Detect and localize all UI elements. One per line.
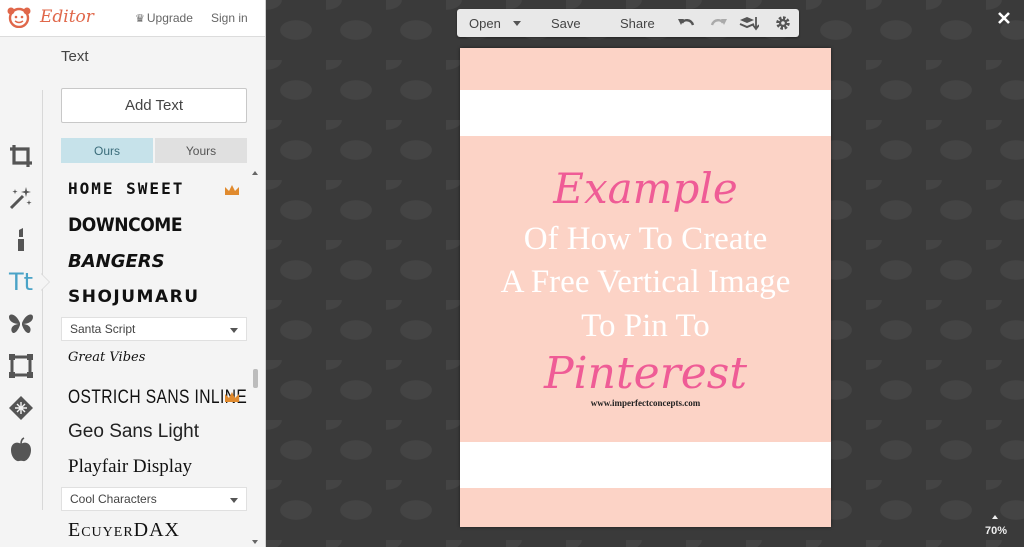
- zoom-up-arrow[interactable]: [992, 515, 998, 519]
- butterfly-icon: [9, 314, 33, 334]
- top-toolbar: Open Save Share: [457, 9, 799, 37]
- panel-divider: [42, 90, 43, 510]
- tool-crop[interactable]: [6, 140, 36, 172]
- crown-icon: ♛: [135, 13, 145, 25]
- tool-overlays[interactable]: [6, 308, 36, 340]
- tool-effects[interactable]: [6, 182, 36, 214]
- poster-pinterest-script[interactable]: Pinterest: [460, 348, 831, 399]
- design-canvas[interactable]: Example Of How To Create A Free Vertical…: [460, 48, 831, 527]
- upgrade-label: Upgrade: [146, 11, 193, 25]
- share-button[interactable]: Share: [620, 16, 655, 31]
- font-item-ecuyerdax[interactable]: EcuyerDAX: [68, 519, 180, 542]
- tool-seasonal[interactable]: [6, 434, 36, 466]
- font-item-ostrich-sans-inline[interactable]: OSTRICH SANS INLINE: [68, 387, 247, 409]
- undo-icon[interactable]: [677, 14, 697, 32]
- premium-crown-icon: [225, 392, 239, 402]
- settings-gear-icon[interactable]: [773, 14, 793, 32]
- font-item-geo-sans-light[interactable]: Geo Sans Light: [68, 421, 199, 443]
- tab-ours[interactable]: Ours: [61, 138, 153, 163]
- tool-frames[interactable]: [6, 350, 36, 382]
- tool-touch-up[interactable]: [6, 224, 36, 256]
- magic-wand-icon: [9, 187, 32, 210]
- font-item-shojumaru[interactable]: SHOJUMARU: [68, 287, 200, 307]
- chevron-down-icon: [230, 498, 238, 503]
- crop-icon: [10, 145, 32, 167]
- app-title: Editor: [40, 7, 94, 27]
- sign-in-link[interactable]: Sign in: [211, 11, 248, 25]
- top-bar: Editor ♛ Upgrade Sign in: [0, 0, 265, 37]
- tool-strip: Tt: [0, 36, 42, 547]
- save-button[interactable]: Save: [551, 16, 581, 31]
- layers-icon[interactable]: [739, 14, 759, 32]
- poster-line-2[interactable]: Of How To Create: [460, 221, 831, 258]
- frame-icon: [9, 354, 33, 378]
- close-icon[interactable]: [996, 10, 1012, 26]
- scrollbar-thumb[interactable]: [253, 369, 258, 388]
- scroll-down-arrow[interactable]: [252, 540, 258, 544]
- white-stripe: [460, 442, 831, 488]
- add-text-button[interactable]: Add Text: [61, 88, 247, 123]
- zoom-level[interactable]: 70%: [985, 525, 1007, 537]
- poster-url[interactable]: www.imperfectconcepts.com: [460, 398, 831, 408]
- active-tool-pointer-fill: [41, 274, 49, 290]
- tab-yours[interactable]: Yours: [155, 138, 247, 163]
- tool-textures[interactable]: [6, 392, 36, 424]
- poster-line-3[interactable]: A Free Vertical Image: [460, 264, 831, 301]
- lipstick-icon: [18, 228, 24, 251]
- open-button[interactable]: Open: [469, 16, 501, 31]
- category-select-cool-characters[interactable]: Cool Characters: [61, 487, 247, 511]
- font-item-downcome[interactable]: DOWNCOME: [68, 214, 183, 236]
- redo-icon[interactable]: [708, 14, 728, 32]
- editor-sidebar: Editor ♛ Upgrade Sign in Tt Text Add Tex…: [0, 0, 266, 547]
- font-item-great-vibes[interactable]: Great Vibes: [68, 350, 145, 365]
- poster-title-script[interactable]: Example: [460, 164, 831, 213]
- chevron-down-icon: [230, 328, 238, 333]
- white-stripe: [460, 90, 831, 136]
- font-item-home-sweet[interactable]: HOME SWEET: [68, 179, 184, 198]
- texture-icon: [9, 396, 33, 420]
- category-label: Cool Characters: [70, 492, 157, 506]
- apple-icon: [11, 437, 31, 462]
- font-item-bangers[interactable]: BANGERS: [68, 251, 165, 272]
- font-item-playfair-display[interactable]: Playfair Display: [68, 456, 192, 478]
- poster-line-4[interactable]: To Pin To: [460, 308, 831, 345]
- panel-title: Text: [61, 48, 89, 65]
- chevron-down-icon[interactable]: [513, 21, 521, 26]
- upgrade-link[interactable]: ♛ Upgrade: [135, 11, 193, 25]
- category-label: Santa Script: [70, 322, 136, 336]
- text-icon: Tt: [8, 268, 34, 296]
- scroll-up-arrow[interactable]: [252, 171, 258, 175]
- logo-icon[interactable]: [6, 6, 32, 28]
- category-select-santa-script[interactable]: Santa Script: [61, 317, 247, 341]
- premium-crown-icon: [225, 185, 239, 195]
- tool-text[interactable]: Tt: [6, 266, 36, 298]
